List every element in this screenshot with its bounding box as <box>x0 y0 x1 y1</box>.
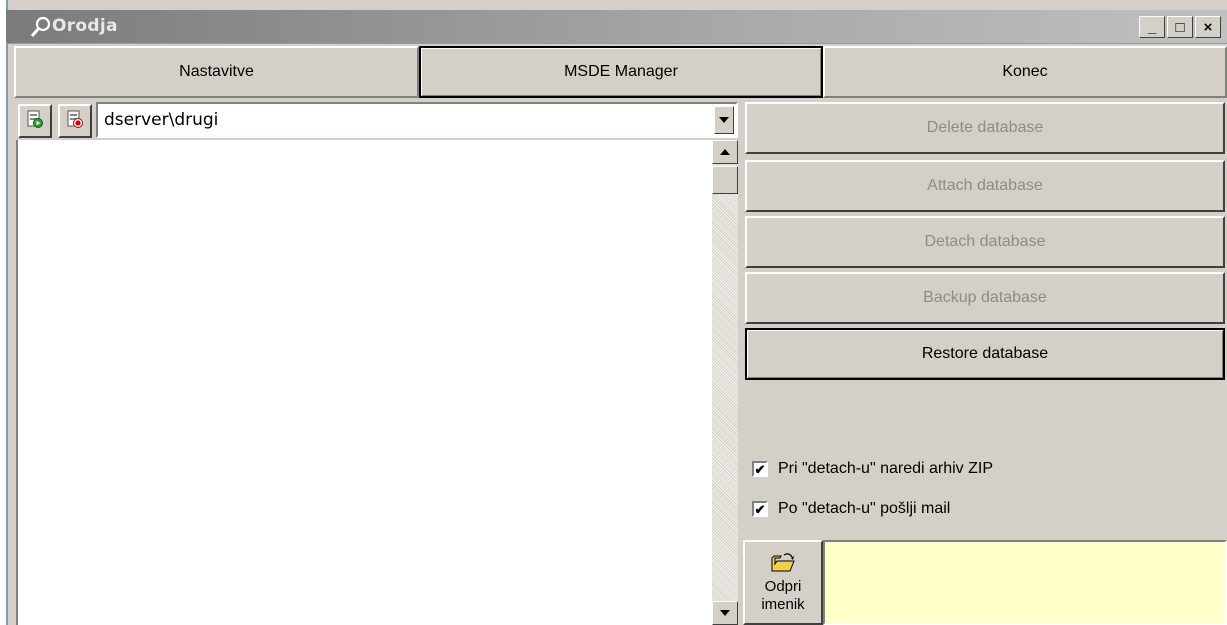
button-label: Delete database <box>926 119 1044 136</box>
close-button[interactable]: × <box>1195 16 1221 38</box>
tab-msde-manager[interactable]: MSDE Manager <box>419 46 823 98</box>
list-scrollbar[interactable] <box>712 140 738 625</box>
combo-dropdown-button[interactable] <box>714 106 734 134</box>
button-label: Backup database <box>923 289 1047 306</box>
open-folder-label-2: imenik <box>761 595 805 613</box>
server-combo-value: dserver\drugi <box>104 110 219 130</box>
close-icon: × <box>1203 18 1213 36</box>
window-title: Orodja <box>52 16 118 36</box>
arrow-down-icon <box>720 608 730 619</box>
restore-database-button[interactable]: Restore database <box>745 328 1225 380</box>
tab-label: Nastavitve <box>179 63 254 80</box>
send-mail-label: Po "detach-u" pošlji mail <box>778 500 951 517</box>
scroll-thumb[interactable] <box>712 166 738 194</box>
maximize-icon: □ <box>1175 18 1185 36</box>
zip-archive-checkbox[interactable]: ✔ <box>752 461 768 477</box>
button-label: Detach database <box>924 233 1046 250</box>
open-folder-label-1: Odpri <box>764 578 802 596</box>
stop-server-icon <box>65 109 85 134</box>
button-label: Restore database <box>921 345 1049 362</box>
database-list[interactable] <box>16 140 712 625</box>
start-server-icon <box>25 109 45 134</box>
tab-label: MSDE Manager <box>564 63 678 80</box>
send-mail-checkbox[interactable]: ✔ <box>752 501 768 517</box>
button-label: Attach database <box>927 177 1043 194</box>
open-folder-icon <box>770 552 796 578</box>
stop-server-button[interactable] <box>58 104 92 138</box>
title-bar: Orodja _ □ × <box>6 10 1227 44</box>
open-folder-button[interactable]: Odpri imenik <box>743 540 823 625</box>
scroll-up-button[interactable] <box>712 140 738 164</box>
scroll-down-button[interactable] <box>712 601 738 625</box>
tab-nastavitve[interactable]: Nastavitve <box>14 46 419 98</box>
delete-database-button[interactable]: Delete database <box>745 102 1225 154</box>
wrench-icon <box>30 16 52 38</box>
minimize-button[interactable]: _ <box>1139 16 1165 38</box>
zip-archive-label: Pri "detach-u" naredi arhiv ZIP <box>778 460 994 477</box>
detach-database-button[interactable]: Detach database <box>745 216 1225 268</box>
backup-database-button[interactable]: Backup database <box>745 272 1225 324</box>
arrow-up-icon <box>720 147 730 158</box>
tab-konec[interactable]: Konec <box>823 46 1227 98</box>
chevron-down-icon <box>719 115 729 126</box>
minimize-icon: _ <box>1147 18 1157 36</box>
attach-database-button[interactable]: Attach database <box>745 160 1225 212</box>
maximize-button[interactable]: □ <box>1167 16 1193 38</box>
zip-archive-option[interactable]: ✔ Pri "detach-u" naredi arhiv ZIP <box>752 460 993 478</box>
server-combo[interactable]: dserver\drugi <box>96 102 738 138</box>
start-server-button[interactable] <box>18 104 52 138</box>
folder-path-field[interactable] <box>823 540 1227 625</box>
tab-label: Konec <box>1002 63 1048 80</box>
send-mail-option[interactable]: ✔ Po "detach-u" pošlji mail <box>752 500 950 518</box>
